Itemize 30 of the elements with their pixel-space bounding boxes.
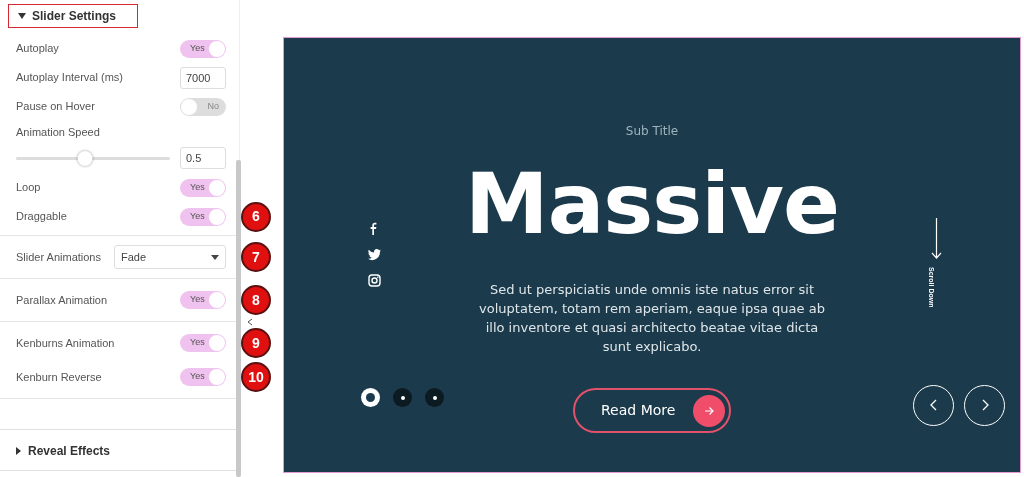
number-field[interactable]: 7000 xyxy=(180,66,226,89)
field-label: Kenburn Reverse xyxy=(16,369,102,385)
number-badge: 10 xyxy=(241,362,271,392)
toggle-switch[interactable]: Yes xyxy=(180,39,226,58)
field-label: Loop xyxy=(16,180,41,196)
slide-subtitle: Sub Title xyxy=(625,123,679,140)
section-header[interactable]: Reveal Effects xyxy=(0,429,236,471)
select-field[interactable]: Fade xyxy=(114,245,226,269)
read-more-button[interactable]: Read More xyxy=(573,388,731,433)
toggle-switch[interactable]: Yes xyxy=(180,178,226,197)
field-label: Draggable xyxy=(16,209,67,225)
number-field[interactable]: 0.5 xyxy=(180,147,226,169)
number-badge: 8 xyxy=(241,285,271,315)
slide-description: Sed ut perspiciatis unde omnis iste natus error sit voluptatem, totam rem aperiam, eaque ipsa quae ab illo inventore et quasi architecto beatae vitae dicta sunt explicabo. xyxy=(478,281,826,356)
field-label: Autoplay xyxy=(16,41,59,57)
toggle-switch[interactable]: Yes xyxy=(180,368,226,386)
section-header[interactable]: Slider Settings xyxy=(8,4,138,28)
toggle-switch[interactable]: Yes xyxy=(180,291,226,309)
number-badge: 6 xyxy=(241,201,271,232)
field-label: Pause on Hover xyxy=(16,99,95,115)
field-label: Kenburns Animation xyxy=(16,335,115,351)
field-label: Animation Speed xyxy=(16,124,100,140)
slide-title: Massive xyxy=(465,162,839,246)
toggle-switch[interactable]: Yes xyxy=(180,334,226,352)
number-badge: 9 xyxy=(241,328,271,358)
toggle-switch[interactable]: Yes xyxy=(180,207,226,226)
field-label: Slider Animations xyxy=(16,249,101,265)
number-badge: 7 xyxy=(241,242,271,272)
field-label: Autoplay Interval (ms) xyxy=(16,70,123,86)
field-label: Parallax Animation xyxy=(16,292,108,308)
